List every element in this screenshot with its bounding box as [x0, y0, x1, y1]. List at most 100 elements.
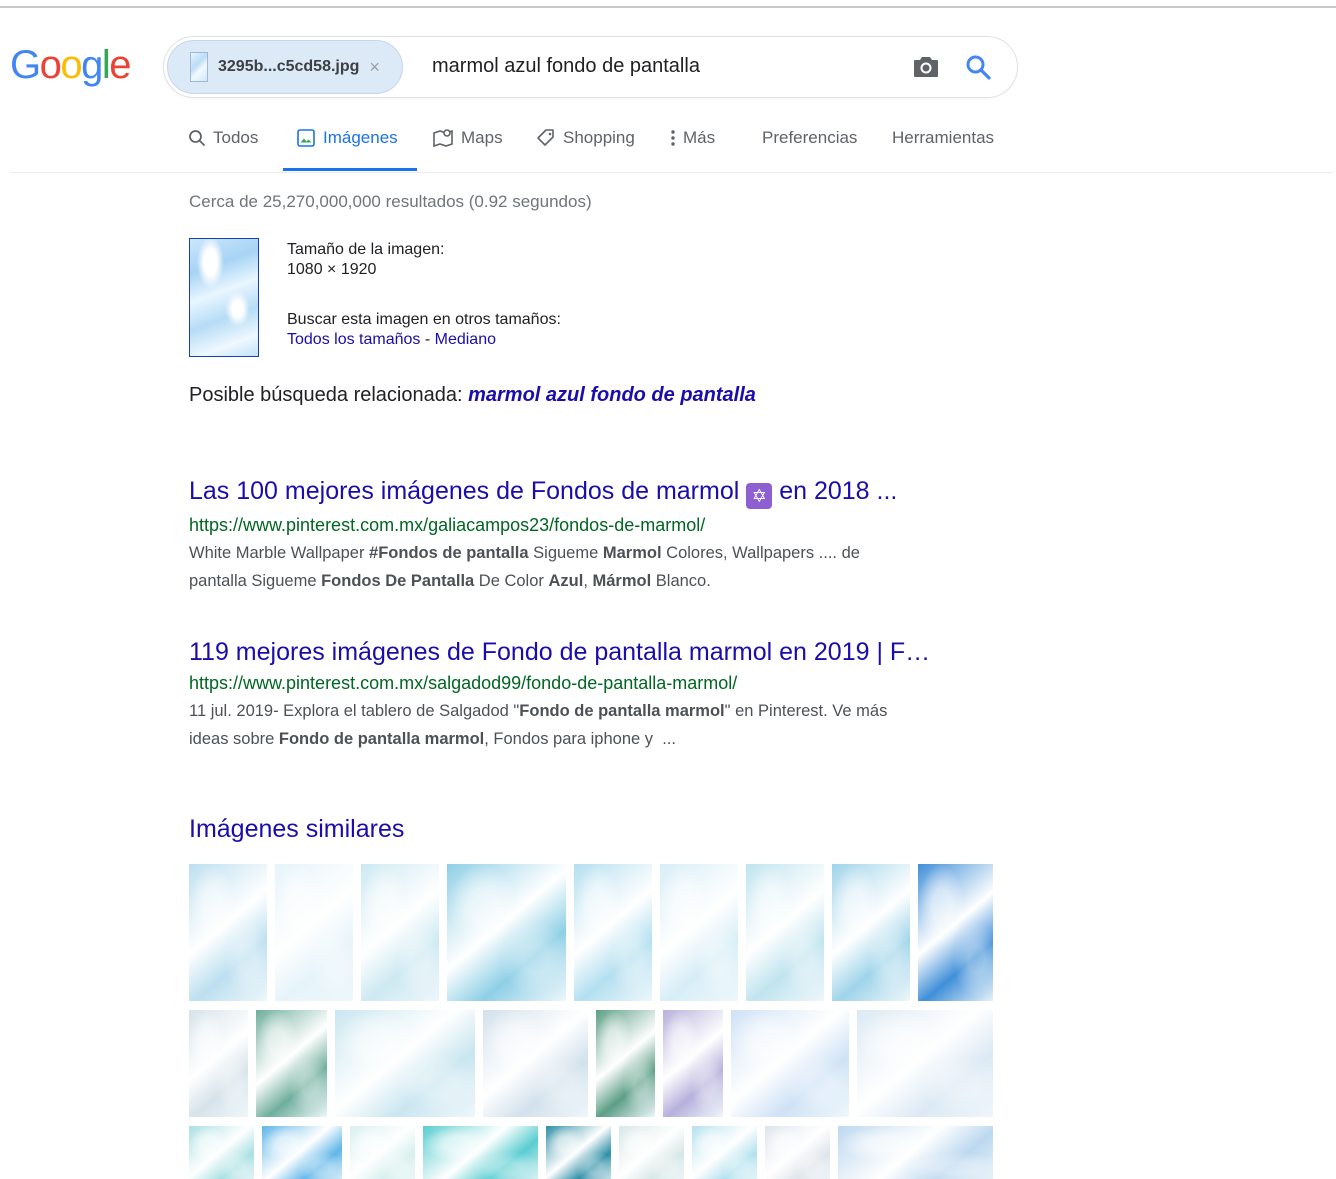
similar-image-thumbnail[interactable]: [663, 1010, 723, 1117]
logo-letter: o: [60, 43, 82, 87]
window-top-border: [0, 6, 1336, 8]
image-search-chip[interactable]: 3295b...c5cd58.jpg ×: [167, 40, 403, 94]
logo-letter: e: [109, 43, 131, 87]
similar-image-thumbnail[interactable]: [731, 1010, 849, 1117]
snippet-text: , Fondos para iphone y ...: [484, 730, 676, 748]
snippet-text: Colores, Wallpapers .... de: [661, 544, 860, 562]
tab-label: Herramientas: [892, 128, 995, 147]
similar-image-thumbnail[interactable]: [189, 1126, 254, 1179]
star-of-david-emoji-icon: ✡: [746, 483, 773, 509]
tab-label: Imágenes: [323, 128, 398, 147]
similar-image-thumbnail[interactable]: [256, 1010, 327, 1117]
search-result: Las 100 mejores imágenes de Fondos de ma…: [189, 476, 989, 595]
image-size-value: 1080 × 1920: [287, 261, 377, 278]
similar-image-thumbnail[interactable]: [765, 1126, 830, 1179]
related-search: Posible búsqueda relacionada: marmol azu…: [189, 384, 756, 407]
image-info: Tamaño de la imagen: 1080 × 1920 Buscar …: [287, 240, 561, 350]
similar-image-thumbnail[interactable]: [423, 1126, 538, 1179]
logo-letter: G: [10, 43, 41, 87]
snippet-text: Blanco.: [651, 572, 711, 590]
search-icon: [189, 130, 206, 147]
similar-image-thumbnail[interactable]: [832, 864, 910, 1001]
result-snippet: 11 jul. 2019- Explora el tablero de Salg…: [189, 697, 989, 753]
similar-images-grid: [189, 864, 993, 1179]
similar-image-thumbnail[interactable]: [692, 1126, 757, 1179]
tab-mas[interactable]: Más: [670, 128, 715, 172]
tab-shopping[interactable]: Shopping: [536, 128, 635, 172]
similar-image-thumbnail[interactable]: [857, 1010, 993, 1117]
similar-image-thumbnail[interactable]: [483, 1010, 588, 1117]
similar-image-thumbnail[interactable]: [361, 864, 439, 1001]
snippet-text: Sigueme: [528, 544, 603, 562]
similar-image-thumbnail[interactable]: [447, 864, 566, 1001]
similar-image-thumbnail[interactable]: [335, 1010, 475, 1117]
uploaded-image-thumbnail: [190, 52, 208, 82]
tab-label: Todos: [213, 128, 259, 147]
snippet-highlight: Fondo de pantalla marmol: [519, 702, 725, 720]
related-search-link[interactable]: marmol azul fondo de pantalla: [468, 384, 756, 406]
camera-icon[interactable]: [912, 55, 940, 79]
snippet-highlight: Azul: [548, 572, 584, 590]
related-search-label: Posible búsqueda relacionada:: [189, 384, 469, 406]
tab-todos[interactable]: Todos: [188, 128, 258, 172]
snippet-text: pantalla Sigueme: [189, 572, 322, 590]
similar-image-thumbnail[interactable]: [189, 1010, 248, 1117]
google-logo[interactable]: Google: [10, 40, 131, 90]
active-tab-indicator: [283, 168, 417, 171]
similar-image-thumbnail[interactable]: [918, 864, 993, 1001]
snippet-highlight: Fondo de pantalla marmol: [278, 730, 485, 748]
tab-maps[interactable]: Maps: [432, 128, 503, 172]
similar-image-thumbnail[interactable]: [746, 864, 824, 1001]
snippet-line: 11 jul. 2019- Explora el tablero de Salg…: [189, 697, 989, 725]
search-box[interactable]: 3295b...c5cd58.jpg × marmol azul fondo d…: [163, 36, 1018, 98]
result-url[interactable]: https://www.pinterest.com.mx/galiacampos…: [189, 513, 989, 537]
result-snippet: White Marble Wallpaper #Fondos de pantal…: [189, 539, 989, 595]
tab-label: Shopping: [563, 128, 635, 147]
result-url[interactable]: https://www.pinterest.com.mx/salgadod99/…: [189, 671, 989, 695]
logo-letter: o: [39, 43, 62, 87]
result-stats: Cerca de 25,270,000,000 resultados (0.92…: [189, 192, 592, 211]
query-image-thumbnail[interactable]: [189, 238, 259, 357]
search-input[interactable]: marmol azul fondo de pantalla: [432, 55, 700, 78]
size-link-separator: -: [420, 331, 435, 348]
medium-size-link[interactable]: Mediano: [435, 331, 496, 348]
all-sizes-link[interactable]: Todos los tamaños: [287, 331, 420, 348]
search-icon[interactable]: [964, 53, 992, 81]
similar-image-thumbnail[interactable]: [275, 864, 353, 1001]
snippet-highlight: Fondos De Pantalla: [321, 572, 475, 590]
snippet-highlight: Marmol: [602, 544, 662, 562]
similar-image-thumbnail[interactable]: [619, 1126, 684, 1179]
similar-image-thumbnail[interactable]: [350, 1126, 415, 1179]
similar-image-thumbnail[interactable]: [262, 1126, 342, 1179]
snippet-line: White Marble Wallpaper #Fondos de pantal…: [189, 539, 989, 567]
snippet-text: De Color: [474, 572, 549, 590]
snippet-highlight: Mármol: [592, 572, 652, 590]
logo-letter: g: [81, 43, 103, 87]
similar-image-thumbnail[interactable]: [189, 864, 267, 1001]
search-result: 119 mejores imágenes de Fondo de pantall…: [189, 637, 989, 753]
similar-image-thumbnail[interactable]: [574, 864, 652, 1001]
result-title-text: Las 100 mejores imágenes de Fondos de ma…: [189, 477, 747, 505]
logo-letter: l: [101, 43, 111, 87]
tab-herramientas[interactable]: Herramientas: [892, 128, 994, 172]
more-vertical-icon: [671, 130, 675, 146]
similar-image-thumbnail[interactable]: [838, 1126, 993, 1179]
uploaded-image-filename: 3295b...c5cd58.jpg: [218, 58, 360, 75]
tabs-divider: [10, 172, 1332, 173]
tab-label: Preferencias: [762, 128, 858, 147]
similar-image-thumbnail[interactable]: [546, 1126, 611, 1179]
close-icon[interactable]: ×: [369, 57, 380, 78]
result-title-link[interactable]: Las 100 mejores imágenes de Fondos de ma…: [189, 476, 989, 509]
tab-label: Más: [683, 128, 716, 147]
similar-image-thumbnail[interactable]: [596, 1010, 655, 1117]
image-icon: [297, 129, 315, 147]
map-pin-icon: [433, 129, 453, 148]
snippet-text: White Marble Wallpaper: [189, 544, 370, 562]
similar-image-thumbnail[interactable]: [660, 864, 738, 1001]
image-size-label: Tamaño de la imagen:: [287, 241, 445, 258]
result-title-link[interactable]: 119 mejores imágenes de Fondo de pantall…: [189, 637, 989, 667]
tab-preferencias[interactable]: Preferencias: [762, 128, 857, 172]
snippet-line: pantalla Sigueme Fondos De Pantalla De C…: [189, 567, 989, 595]
similar-images-title[interactable]: Imágenes similares: [189, 815, 404, 844]
tab-imagenes[interactable]: Imágenes: [296, 128, 398, 172]
